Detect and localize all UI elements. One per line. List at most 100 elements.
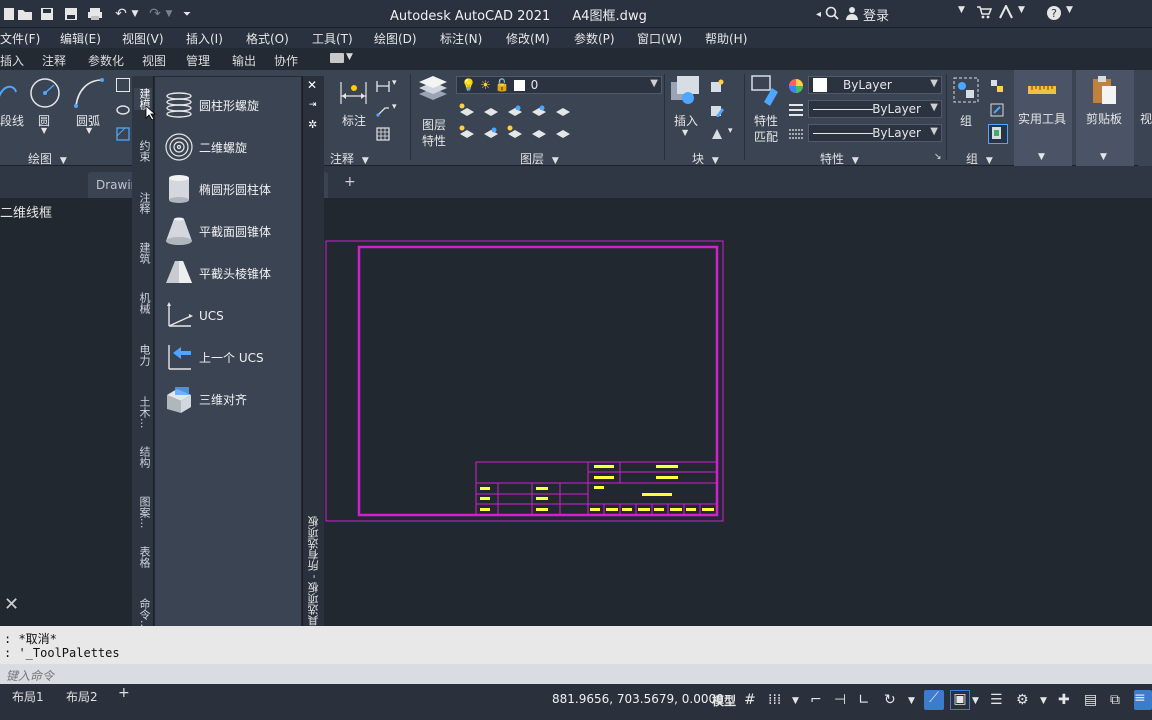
ribbon-options-dropdown-icon[interactable]: ▼ <box>346 52 353 62</box>
hatch-icon[interactable] <box>116 126 130 141</box>
layout-tab-1[interactable]: 布局1 <box>12 688 44 705</box>
menu-item[interactable]: 格式(O) <box>246 30 289 47</box>
ribbon-tab[interactable]: 输出 <box>232 52 256 69</box>
groups-panel-footer[interactable]: 组 ▼ <box>966 150 993 166</box>
block-attribute-icon[interactable] <box>710 126 724 140</box>
palette-tool-item[interactable]: 平截头棱锥体 <box>163 255 271 291</box>
menu-item[interactable]: 文件(F) <box>0 30 40 47</box>
save-icon[interactable] <box>38 4 56 24</box>
help-icon[interactable]: ? <box>1046 5 1062 21</box>
properties-panel-footer[interactable]: 特性 ▼ <box>820 150 859 166</box>
customization-icon[interactable]: ≡ <box>1134 690 1152 710</box>
polar-dropdown-icon[interactable]: ▼ <box>908 696 915 706</box>
palette-side-tab[interactable]: 土木... <box>134 396 152 429</box>
circle-button[interactable]: 圆 ▼ <box>28 76 62 136</box>
group-edit-icon[interactable] <box>990 102 1004 117</box>
ribbon-minimize-icon[interactable] <box>330 53 344 63</box>
palette-tool-item[interactable]: 上一个 UCS <box>163 339 264 375</box>
linetype-dropdown[interactable]: ByLayer ▼ <box>808 124 942 142</box>
menu-item[interactable]: 标注(N) <box>440 30 482 47</box>
palette-close-icon[interactable]: ✕ <box>307 78 317 92</box>
cart-icon[interactable] <box>976 5 992 19</box>
groups-panel-expand-icon[interactable]: ▼ <box>986 156 993 166</box>
block-panel-footer[interactable]: 块 ▼ <box>692 150 719 166</box>
new-tab-button[interactable]: + <box>344 174 356 190</box>
workspace-gear-icon[interactable]: ⚙ <box>1016 692 1029 708</box>
menu-item[interactable]: 窗口(W) <box>637 30 682 47</box>
customize-qat-icon[interactable]: ⏷ <box>180 4 194 24</box>
ribbon-tab[interactable]: 视图 <box>142 52 166 69</box>
infer-constraints-icon[interactable]: ⌐ <box>810 692 822 708</box>
layer-dropdown[interactable]: 💡 ☀ 🔓 0 ▼ <box>456 76 662 94</box>
search-icon[interactable] <box>825 6 839 24</box>
lineweight-dropdown[interactable]: ByLayer ▼ <box>808 100 942 118</box>
palette-tool-item[interactable]: 椭圆形圆柱体 <box>163 171 271 207</box>
dynamic-input-icon[interactable]: ⊣ <box>834 692 846 708</box>
close-command-line-icon[interactable]: ✕ <box>4 594 19 615</box>
start-tab[interactable] <box>0 172 84 198</box>
ribbon-tab[interactable]: 协作 <box>274 52 298 69</box>
annotation-panel-expand-icon[interactable]: ▼ <box>362 156 369 166</box>
menu-item[interactable]: 插入(I) <box>186 30 223 47</box>
palette-tool-item[interactable]: 平截面圆锥体 <box>163 213 271 249</box>
snap-dropdown-icon[interactable]: ▼ <box>792 696 799 706</box>
undo-icon[interactable]: ↶ <box>112 4 130 24</box>
save-as-icon[interactable] <box>62 4 80 24</box>
command-input[interactable]: 键入命令 <box>0 664 1152 684</box>
layers-panel-footer[interactable]: 图层 ▼ <box>520 150 559 166</box>
rectangle-icon[interactable] <box>116 78 130 92</box>
utilities-button[interactable]: 实用工具 ▼ <box>1014 70 1072 166</box>
draw-panel-footer[interactable]: 绘图 ▼ <box>28 150 67 166</box>
menu-item[interactable]: 参数(P) <box>574 30 615 47</box>
annotation-monitor-icon[interactable]: ✚ <box>1058 692 1070 708</box>
palette-side-tab[interactable]: 建筑 <box>134 242 152 264</box>
menu-item[interactable]: 绘图(D) <box>374 30 417 47</box>
palette-properties-icon[interactable]: ✲ <box>308 118 317 131</box>
ellipse-icon[interactable] <box>116 102 130 116</box>
group-button[interactable]: 组 <box>952 76 982 140</box>
draw-panel-expand-icon[interactable]: ▼ <box>60 156 67 166</box>
redo-dropdown-icon[interactable]: ▼ <box>164 4 174 24</box>
menu-item[interactable]: 帮助(H) <box>705 30 747 47</box>
annotation-panel-footer[interactable]: 注释 ▼ <box>330 150 369 166</box>
sign-in-dropdown-icon[interactable]: ▼ <box>958 5 965 15</box>
linear-dim-icon[interactable] <box>376 78 390 92</box>
snap-mode-icon[interactable]: ⁞⁞⁞ <box>768 692 781 708</box>
palette-tool-item[interactable]: 二维螺旋 <box>163 129 247 165</box>
osnap-dropdown-icon[interactable]: ▼ <box>972 696 979 706</box>
redo-icon[interactable]: ↷ <box>146 4 164 24</box>
palette-side-tab[interactable]: 结构 <box>134 446 152 468</box>
menu-item[interactable]: 视图(V) <box>122 30 164 47</box>
autodesk-a360-icon[interactable] <box>998 5 1016 19</box>
grid-icon[interactable]: # <box>744 692 756 708</box>
properties-dialog-launcher-icon[interactable]: ↘ <box>934 152 942 162</box>
ribbon-tab[interactable]: 参数化 <box>88 52 124 69</box>
user-icon[interactable] <box>845 6 859 24</box>
block-panel-expand-icon[interactable]: ▼ <box>712 156 719 166</box>
layers-panel-expand-icon[interactable]: ▼ <box>552 156 559 166</box>
lineweight-display-icon[interactable]: ☰ <box>990 692 1003 708</box>
layer-properties-button[interactable]: 图层 特性 <box>416 74 452 148</box>
block-attribute-dropdown-icon[interactable]: ▾ <box>728 126 733 136</box>
view-panel-partial[interactable]: 视 <box>1138 70 1152 166</box>
menu-item[interactable]: 修改(M) <box>506 30 550 47</box>
quick-properties-icon[interactable]: ▤ <box>1084 692 1097 708</box>
undo-dropdown-icon[interactable]: ▼ <box>130 4 140 24</box>
layout-tab-2[interactable]: 布局2 <box>66 688 98 705</box>
polar-tracking-icon[interactable]: ↻ <box>884 692 896 708</box>
create-block-icon[interactable] <box>710 78 724 92</box>
model-space-toggle[interactable]: 模型 <box>712 692 736 709</box>
leader-dropdown-icon[interactable]: ▾ <box>392 102 397 112</box>
ungroup-icon[interactable] <box>990 78 1004 92</box>
palette-side-tab[interactable]: 图案... <box>134 496 152 529</box>
menu-item[interactable]: 工具(T) <box>312 30 353 47</box>
palette-side-tab[interactable]: 表格 <box>134 546 152 568</box>
circle-dropdown-icon[interactable]: ▼ <box>41 126 47 135</box>
add-layout-button[interactable]: + <box>118 685 130 701</box>
color-wheel-icon[interactable] <box>788 78 803 93</box>
insert-block-button[interactable]: 插入 ▼ <box>668 74 704 146</box>
ortho-mode-icon[interactable]: ∟ <box>858 692 870 708</box>
ribbon-tab[interactable]: 管理 <box>186 52 210 69</box>
palette-side-tab[interactable]: 注释 <box>134 192 152 214</box>
isodraft-icon[interactable]: ⟋ <box>924 690 944 710</box>
